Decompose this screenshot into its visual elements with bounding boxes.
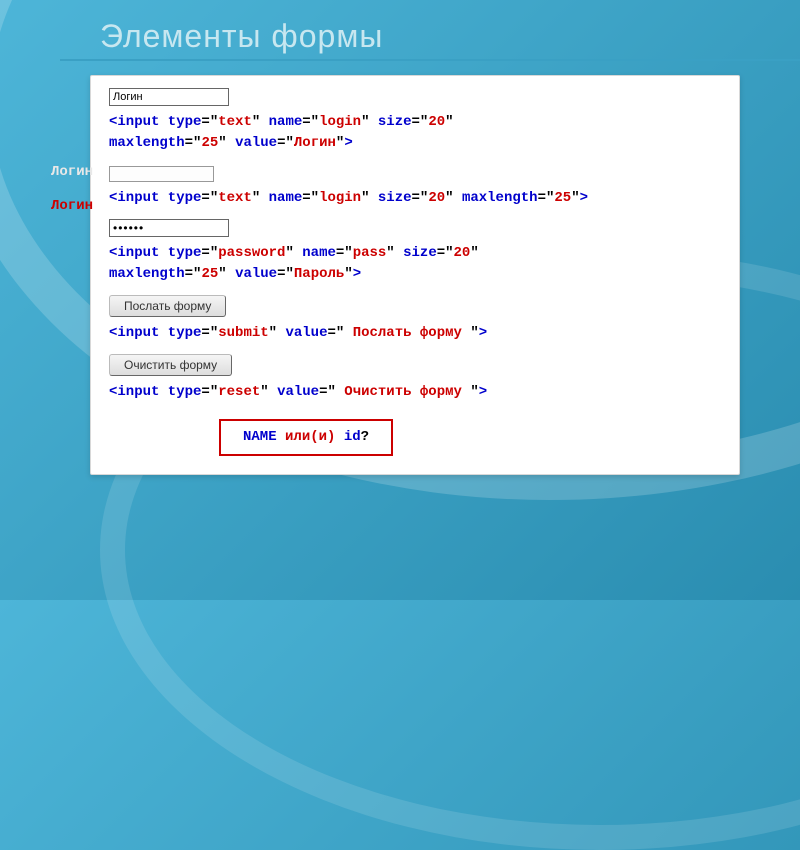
example1-field xyxy=(109,87,721,106)
reset-button[interactable]: Очистить форму xyxy=(109,354,232,376)
example1-code: <input type="text" name="login" size="20… xyxy=(109,112,721,154)
login-input-filled[interactable] xyxy=(109,88,229,106)
example5-field: Очистить форму xyxy=(109,354,721,376)
example4-field: Послать форму xyxy=(109,295,721,317)
example5-code: <input type="reset" value=" Очистить фор… xyxy=(109,382,721,403)
submit-button[interactable]: Послать форму xyxy=(109,295,226,317)
example3-code: <input type="password" name="pass" size=… xyxy=(109,243,721,285)
slide-title: Элементы формы xyxy=(100,18,383,54)
password-input[interactable]: •••••• xyxy=(109,219,229,237)
example3-field: •••••• xyxy=(109,219,721,237)
example2-field-row: Логин xyxy=(109,164,721,182)
slide-title-wrap: Элементы формы xyxy=(60,0,800,61)
example4-code: <input type="submit" value=" Послать фор… xyxy=(109,323,721,344)
login-input-empty[interactable] xyxy=(109,166,214,182)
example2-code: <input type="text" name="login" size="20… xyxy=(109,188,721,209)
red-login-label: Логин xyxy=(51,198,93,214)
ghost-label: Логин xyxy=(51,164,93,180)
name-or-id-box: NAME или(и) id? xyxy=(219,419,393,456)
content-panel: <input type="text" name="login" size="20… xyxy=(90,75,740,475)
